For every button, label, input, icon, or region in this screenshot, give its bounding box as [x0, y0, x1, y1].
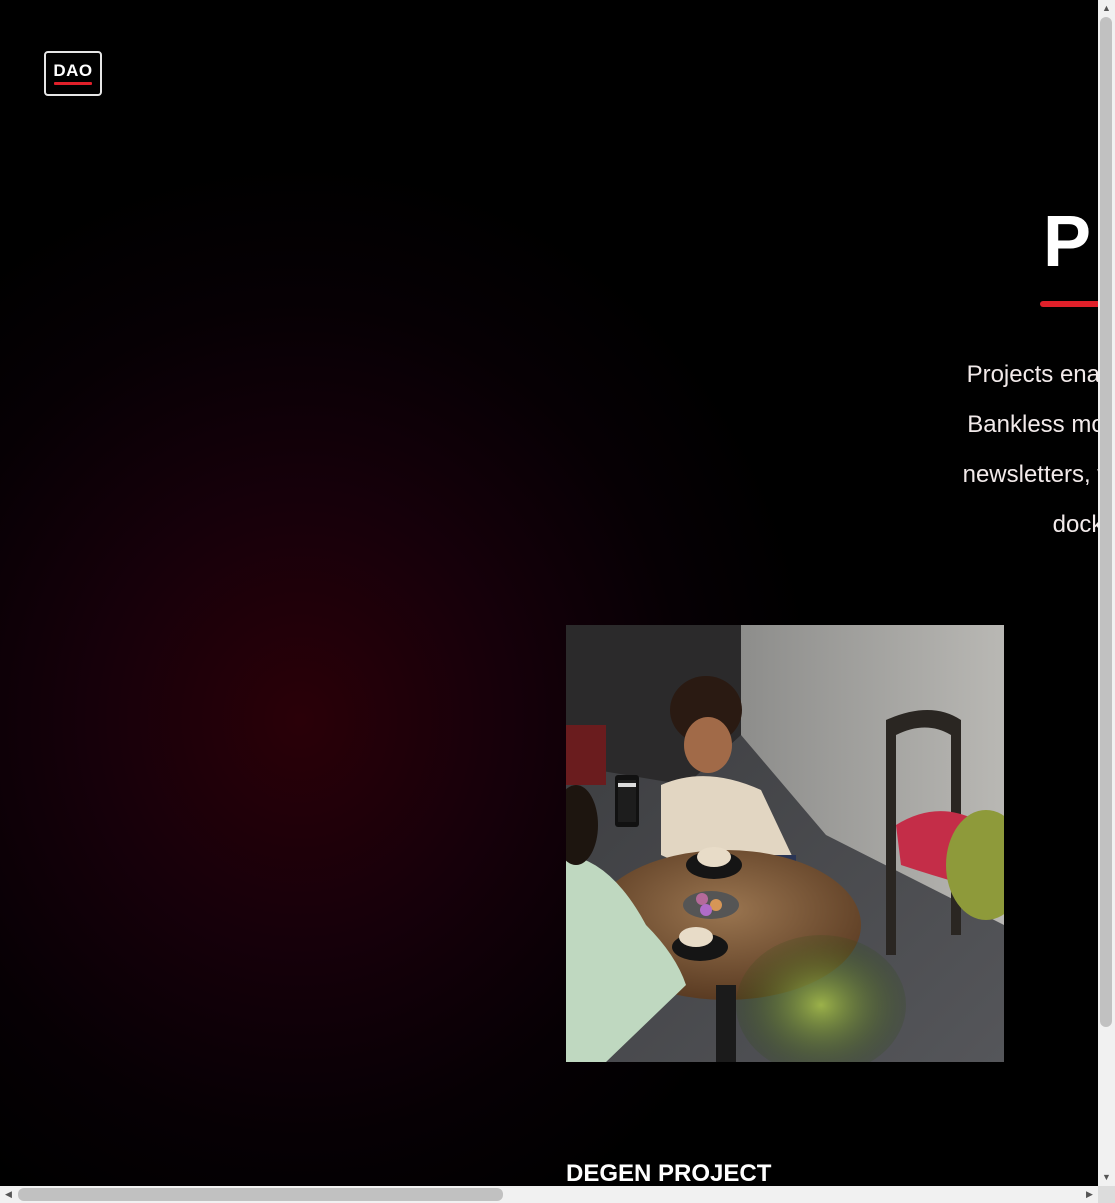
intro-paragraph: Projects enable Guilds and Bankless move…: [760, 350, 1098, 550]
intro-line: newsletters, we have multip: [962, 461, 1098, 488]
project-image[interactable]: [566, 625, 1004, 1062]
project-heading[interactable]: DEGEN PROJECT: [566, 1160, 771, 1186]
horizontal-scrollbar[interactable]: ◀ ▶: [0, 1186, 1098, 1203]
logo-text: DAO: [53, 61, 93, 80]
page-title: P: [1043, 202, 1092, 282]
intro-line: Bankless movement. From: [967, 411, 1098, 438]
scrollbar-corner: [1098, 1186, 1115, 1203]
page-viewport: DAO P Projects enable Guilds and Bankles…: [0, 0, 1098, 1186]
vertical-scroll-thumb[interactable]: [1100, 17, 1112, 1027]
scroll-right-icon[interactable]: ▶: [1081, 1186, 1098, 1203]
title-underline: [1040, 301, 1098, 307]
intro-line: docket. He: [1052, 511, 1098, 538]
vertical-scrollbar[interactable]: ▲ ▼: [1098, 0, 1115, 1186]
scroll-down-icon[interactable]: ▼: [1098, 1169, 1115, 1186]
scroll-left-icon[interactable]: ◀: [0, 1186, 17, 1203]
horizontal-scroll-thumb[interactable]: [18, 1188, 503, 1201]
scroll-up-icon[interactable]: ▲: [1098, 0, 1115, 17]
logo-underline: [54, 82, 92, 85]
dao-logo[interactable]: DAO: [44, 51, 102, 96]
intro-line: Projects enable Guilds and: [966, 361, 1098, 388]
